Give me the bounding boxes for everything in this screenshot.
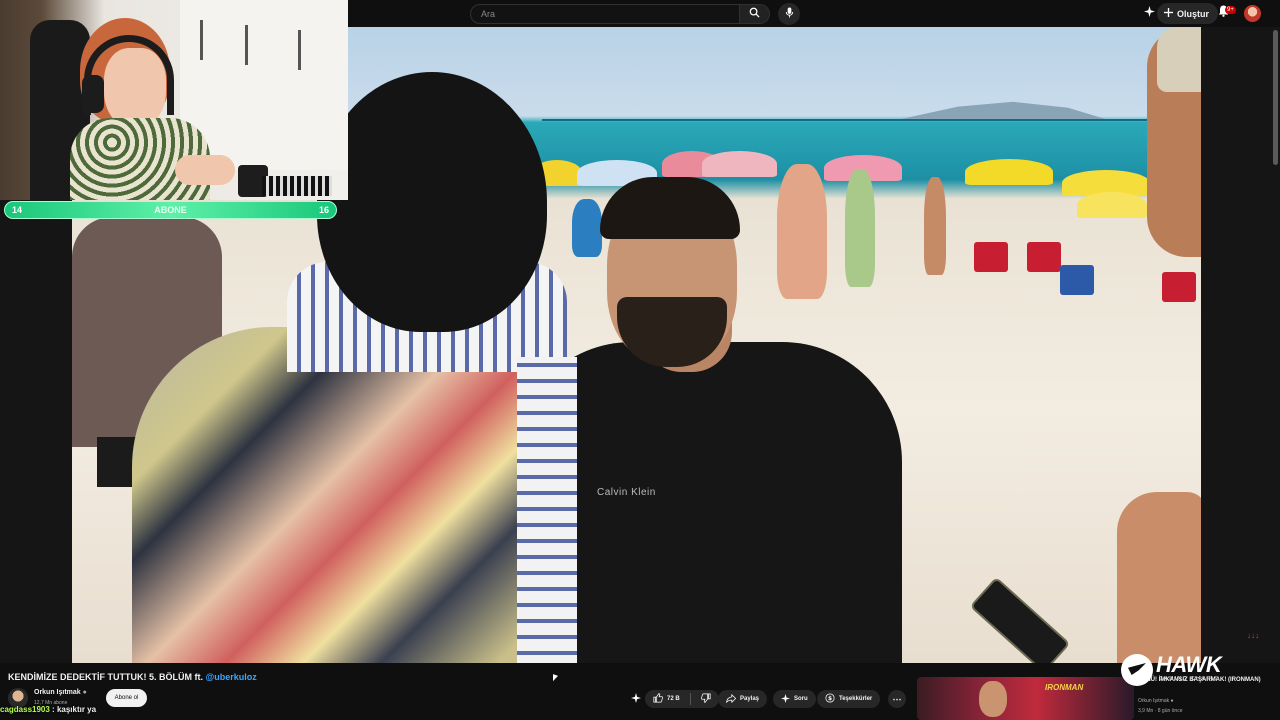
shirt-logo: Calvin Klein bbox=[597, 487, 656, 498]
related-age: 8 gün önce bbox=[1157, 708, 1183, 714]
dislike-button[interactable] bbox=[700, 693, 711, 705]
beach-person bbox=[777, 164, 827, 299]
chat-message: cagdass1903 : kaşıktır ya bbox=[0, 705, 96, 714]
subscribe-button[interactable]: Abone ol bbox=[106, 689, 147, 707]
verified-icon: ● bbox=[1170, 698, 1174, 704]
chat-username: cagdass1903 bbox=[0, 705, 50, 714]
beach-tent bbox=[572, 199, 602, 257]
search-icon bbox=[749, 5, 760, 23]
like-dislike-group: 72 B bbox=[645, 690, 719, 708]
striped-towel-strip bbox=[517, 357, 577, 663]
search-button[interactable] bbox=[740, 4, 770, 24]
background-mountain bbox=[892, 101, 1112, 121]
man-center-hair bbox=[600, 177, 740, 239]
left-margin bbox=[0, 200, 72, 663]
hawk-logo-icon bbox=[1121, 654, 1153, 686]
hawk-watermark: HAWK GAMING CHAIRS bbox=[1121, 652, 1222, 690]
search-input[interactable]: Ara bbox=[470, 4, 740, 24]
mouse-cursor bbox=[553, 674, 558, 683]
voice-search-button[interactable] bbox=[778, 3, 800, 25]
webcam-overlay bbox=[0, 0, 348, 200]
sparkle-icon bbox=[1143, 4, 1155, 22]
like-count: 72 B bbox=[667, 696, 680, 702]
man-left-shirt bbox=[132, 327, 572, 663]
thumbs-down-icon bbox=[700, 693, 711, 705]
create-label: Oluştur bbox=[1177, 8, 1210, 19]
share-arrow-icon bbox=[726, 693, 737, 705]
super-thanks-icon: $ bbox=[825, 693, 835, 705]
channel-name-text: Orkun Işıtmak bbox=[34, 689, 81, 696]
sparkle-icon bbox=[631, 693, 641, 705]
notification-badge: 9+ bbox=[1225, 6, 1236, 14]
scrollbar[interactable] bbox=[1273, 30, 1278, 165]
sparkle-icon bbox=[781, 693, 790, 705]
thumbnail-text: IRONMAN bbox=[1045, 683, 1084, 692]
youtube-watch-page: Ara Oluştur 9+ Calvin Klein ↓↓↓ 14 ABONE… bbox=[0, 0, 1280, 720]
chat-text: : kaşıktır ya bbox=[49, 705, 97, 714]
related-video-thumbnail[interactable]: IRONMAN bbox=[917, 677, 1134, 720]
related-views: 3,9 Mn bbox=[1138, 708, 1154, 714]
like-button[interactable]: 72 B bbox=[653, 693, 680, 705]
beach-chair bbox=[1162, 272, 1196, 302]
thumbs-up-icon bbox=[653, 693, 663, 705]
channel-name[interactable]: Orkun Işıtmak ● bbox=[34, 689, 87, 696]
cabinet-handle bbox=[298, 30, 301, 70]
man-right-cap bbox=[1157, 27, 1201, 92]
thanks-label: Teşekkürler bbox=[839, 696, 873, 702]
right-margin bbox=[1201, 27, 1280, 663]
share-label: Paylaş bbox=[740, 696, 760, 702]
more-actions-button[interactable]: ⋯ bbox=[888, 690, 906, 708]
man-right-hand bbox=[1117, 492, 1201, 663]
beach-chair bbox=[974, 242, 1008, 272]
down-arrows-icon: ↓↓↓ bbox=[1247, 631, 1259, 640]
man-left-hair bbox=[317, 72, 547, 332]
umbrella bbox=[1077, 192, 1147, 218]
sparkle-action-button[interactable] bbox=[627, 690, 645, 708]
smartphone bbox=[969, 576, 1071, 663]
related-video-channel[interactable]: Orkun Işıtmak ● bbox=[1138, 698, 1174, 704]
more-horizontal-icon: ⋯ bbox=[892, 693, 902, 704]
beach-chair bbox=[1060, 265, 1094, 295]
share-button[interactable]: Paylaş bbox=[718, 690, 768, 708]
related-channel-name: Orkun Işıtmak bbox=[1138, 698, 1170, 704]
thanks-button[interactable]: $ Teşekkürler bbox=[817, 690, 881, 708]
ask-label: Soru bbox=[794, 696, 808, 702]
thumbnail-face bbox=[979, 681, 1007, 717]
microphone-icon bbox=[785, 5, 794, 23]
video-title: KENDİMİZE DEDEKTİF TUTTUK! 5. BÖLÜM ft. … bbox=[8, 672, 257, 682]
hawk-tagline: GAMING CHAIRS bbox=[1159, 676, 1220, 682]
umbrella bbox=[965, 159, 1053, 185]
goal-target: 16 bbox=[318, 205, 329, 215]
plus-icon bbox=[1164, 8, 1173, 19]
subscriber-goal-bar: 14 ABONE 16 bbox=[4, 201, 337, 219]
video-title-text: KENDİMİZE DEDEKTİF TUTTUK! 5. BÖLÜM ft. bbox=[8, 672, 206, 682]
headset-earcup bbox=[82, 75, 104, 113]
svg-text:$: $ bbox=[828, 696, 832, 702]
keyboard bbox=[262, 176, 332, 196]
umbrella bbox=[702, 151, 777, 177]
beach-chair bbox=[1027, 242, 1061, 272]
sea-horizon bbox=[542, 119, 1201, 121]
goal-label: ABONE bbox=[154, 205, 187, 215]
related-video-meta: 3,9 Mn · 8 gün önce bbox=[1138, 708, 1183, 714]
divider bbox=[689, 693, 691, 705]
cabinet-handle bbox=[245, 25, 248, 65]
verified-icon: ● bbox=[82, 689, 87, 696]
ask-button[interactable]: Soru bbox=[773, 690, 816, 708]
create-button[interactable]: Oluştur bbox=[1157, 3, 1219, 24]
cabinet-handle bbox=[200, 20, 203, 60]
streamer-hand bbox=[175, 155, 235, 185]
account-avatar[interactable] bbox=[1244, 5, 1261, 22]
beach-person bbox=[845, 169, 875, 287]
mention-link[interactable]: @uberkuloz bbox=[206, 672, 257, 682]
hawk-brand: HAWK bbox=[1156, 652, 1222, 677]
beach-person bbox=[924, 177, 946, 275]
ask-sparkle-button[interactable] bbox=[1141, 5, 1157, 21]
